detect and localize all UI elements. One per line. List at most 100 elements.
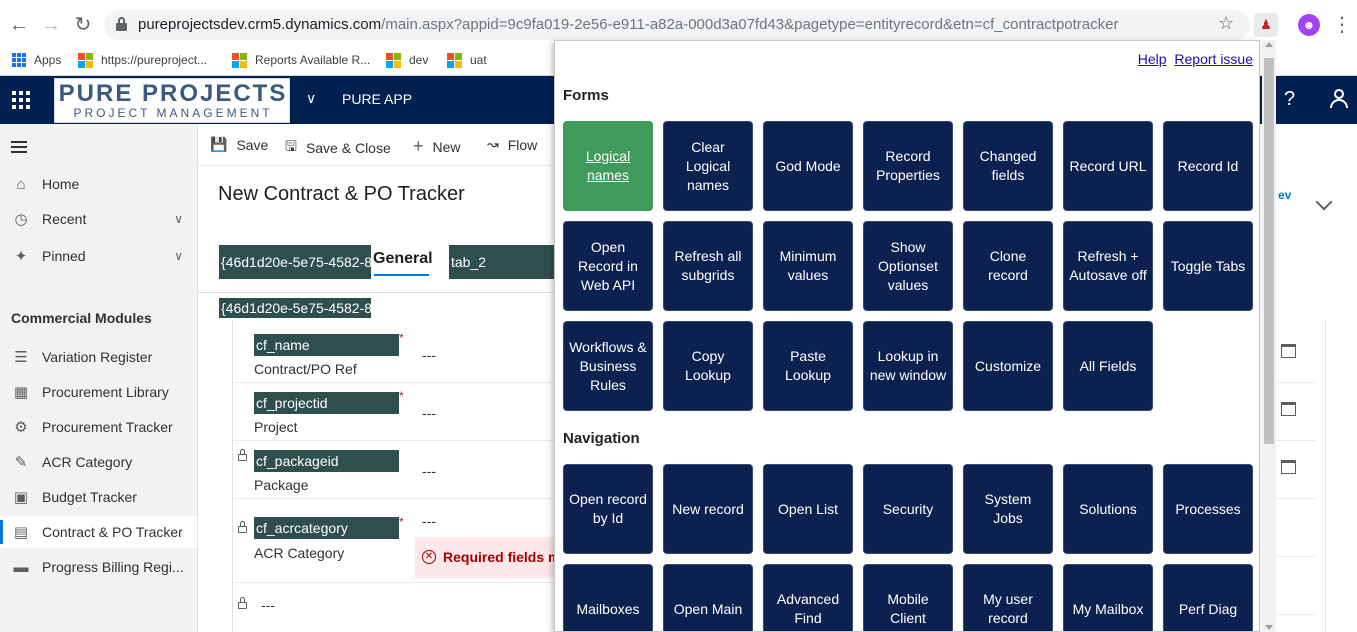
scroll-down-arrow-icon[interactable]	[1265, 625, 1273, 630]
bookmark-dev[interactable]: dev	[386, 50, 428, 70]
field-value-input[interactable]: ---	[422, 405, 436, 421]
paste-lookup-button[interactable]: Paste Lookup	[763, 321, 853, 411]
toggle-tabs-button[interactable]: Toggle Tabs	[1163, 221, 1253, 311]
changed-fields-button[interactable]: Changed fields	[963, 121, 1053, 211]
field-label: Contract/PO Ref	[254, 361, 357, 377]
command-bar: 💾 Save 🖫 Save & Close + New ↝ Flow	[198, 124, 554, 166]
clone-record-button[interactable]: Clone record	[963, 221, 1053, 311]
profile-avatar[interactable]: ☻	[1298, 14, 1320, 36]
open-record-web-api-button[interactable]: Open Record in Web API	[563, 221, 653, 311]
nav-progress-billing[interactable]: ▬ Progress Billing Regi...	[0, 551, 197, 583]
refresh-autosave-off-button[interactable]: Refresh + Autosave off	[1063, 221, 1153, 311]
tab-general[interactable]: General	[373, 250, 433, 268]
logical-name-label: cf_packageid	[254, 450, 399, 472]
calendar-icon[interactable]	[1281, 344, 1296, 358]
clear-logical-names-button[interactable]: Clear Logical names	[663, 121, 753, 211]
copy-lookup-button[interactable]: Copy Lookup	[663, 321, 753, 411]
tab-guid-label[interactable]: {46d1d20e-5e75-4582-8	[219, 245, 371, 279]
record-id-button[interactable]: Record Id	[1163, 121, 1253, 211]
logical-name-label: cf_acrcategory	[254, 517, 399, 539]
scroll-up-arrow-icon[interactable]	[1265, 42, 1273, 47]
microsoft-icon	[386, 52, 401, 68]
minimum-values-button[interactable]: Minimum values	[763, 221, 853, 311]
record-url-button[interactable]: Record URL	[1063, 121, 1153, 211]
customize-button[interactable]: Customize	[963, 321, 1053, 411]
back-icon[interactable]: ←	[8, 14, 30, 36]
advanced-find-button[interactable]: Advanced Find	[763, 564, 853, 631]
reload-icon[interactable]: ↻	[72, 14, 94, 36]
save-icon: 💾	[210, 136, 228, 152]
extension-icon[interactable]: ♟	[1254, 13, 1278, 37]
field-value-input[interactable]: ---	[422, 463, 436, 479]
solutions-button[interactable]: Solutions	[1063, 464, 1153, 554]
processes-button[interactable]: Processes	[1163, 464, 1253, 554]
open-list-button[interactable]: Open List	[763, 464, 853, 554]
report-issue-link[interactable]: Report issue	[1174, 51, 1253, 67]
perf-diag-button[interactable]: Perf Diag	[1163, 564, 1253, 631]
bookmark-reports[interactable]: Reports Available R...	[232, 50, 370, 70]
calendar-icon[interactable]	[1281, 402, 1296, 416]
bookmark-uat[interactable]: uat	[447, 50, 487, 70]
bookmark-apps[interactable]: Apps	[12, 50, 61, 70]
save-close-button[interactable]: 🖫 Save & Close	[285, 136, 391, 160]
nav-pinned[interactable]: ✦ Pinned ∨	[0, 240, 197, 272]
logical-names-button[interactable]: Logical names	[563, 121, 653, 211]
save-button[interactable]: 💾 Save	[210, 136, 268, 153]
url-text[interactable]: pureprojectsdev.crm5.dynamics.com/main.a…	[138, 16, 1119, 33]
flow-button[interactable]: ↝ Flow	[487, 136, 537, 153]
budget-icon: ▣	[13, 489, 29, 506]
my-mailbox-button[interactable]: My Mailbox	[1063, 564, 1153, 631]
show-optionset-values-button[interactable]: Show Optionset values	[863, 221, 953, 311]
open-main-button[interactable]: Open Main	[663, 564, 753, 631]
help-icon[interactable]: ?	[1284, 88, 1295, 111]
help-link[interactable]: Help	[1138, 51, 1167, 67]
my-user-record-button[interactable]: My user record	[963, 564, 1053, 631]
app-switcher-chevron-icon[interactable]: ∨	[306, 90, 316, 107]
nav-home[interactable]: ⌂ Home	[0, 168, 197, 200]
nav-variation-register[interactable]: ☰ Variation Register	[0, 341, 197, 373]
refresh-subgrids-button[interactable]: Refresh all subgrids	[663, 221, 753, 311]
flow-icon: ↝	[487, 136, 499, 152]
workflows-business-rules-button[interactable]: Workflows & Business Rules	[563, 321, 653, 411]
chevron-down-icon[interactable]: ∨	[174, 249, 183, 263]
bookmark-pureprojects[interactable]: https://pureproject...	[78, 50, 207, 70]
nav-procurement-tracker[interactable]: ⚙ Procurement Tracker	[0, 411, 197, 443]
chevron-down-icon[interactable]: ∨	[174, 212, 183, 226]
hamburger-icon[interactable]	[11, 141, 27, 156]
open-record-by-id-button[interactable]: Open record by Id	[563, 464, 653, 554]
address-bar[interactable]: pureprojectsdev.crm5.dynamics.com/main.a…	[104, 10, 1250, 40]
browser-menu-icon[interactable]: ⋮	[1332, 12, 1352, 37]
waffle-icon[interactable]	[12, 91, 30, 109]
record-properties-button[interactable]: Record Properties	[863, 121, 953, 211]
tab-2[interactable]: tab_2	[449, 245, 554, 279]
required-marker: *	[399, 331, 404, 345]
nav-recent[interactable]: ◷ Recent ∨	[0, 203, 197, 235]
lock-icon	[238, 521, 247, 533]
calendar-icon[interactable]	[1281, 460, 1296, 474]
mobile-client-button[interactable]: Mobile Client	[863, 564, 953, 631]
field-value-input[interactable]: ---	[422, 347, 436, 363]
billing-icon: ▬	[13, 558, 29, 576]
mailboxes-button[interactable]: Mailboxes	[563, 564, 653, 631]
bookmark-star-icon[interactable]: ☆	[1218, 13, 1234, 34]
new-button[interactable]: + New	[413, 136, 461, 157]
all-fields-button[interactable]: All Fields	[1063, 321, 1153, 411]
forward-icon[interactable]: →	[40, 14, 62, 36]
nav-contract-po-tracker[interactable]: ▤ Contract & PO Tracker	[0, 516, 197, 548]
app-name[interactable]: PURE APP	[342, 91, 412, 107]
nav-procurement-library[interactable]: ▦ Procurement Library	[0, 376, 197, 408]
new-record-button[interactable]: New record	[663, 464, 753, 554]
field-cf-name: cf_name * Contract/PO Ref ---	[233, 325, 554, 383]
nav-budget-tracker[interactable]: ▣ Budget Tracker	[0, 481, 197, 513]
nav-acr-category[interactable]: ✎ ACR Category	[0, 446, 197, 478]
panel-scrollbar-thumb[interactable]	[1264, 58, 1274, 444]
logical-name-label: cf_projectid	[254, 392, 399, 414]
lookup-new-window-button[interactable]: Lookup in new window	[863, 321, 953, 411]
header-link[interactable]: ev	[1278, 188, 1291, 202]
list-icon: ☰	[14, 349, 28, 366]
security-button[interactable]: Security	[863, 464, 953, 554]
god-mode-button[interactable]: God Mode	[763, 121, 853, 211]
field-value-input[interactable]: ---	[422, 513, 436, 529]
user-icon[interactable]	[1329, 88, 1349, 110]
system-jobs-button[interactable]: System Jobs	[963, 464, 1053, 554]
